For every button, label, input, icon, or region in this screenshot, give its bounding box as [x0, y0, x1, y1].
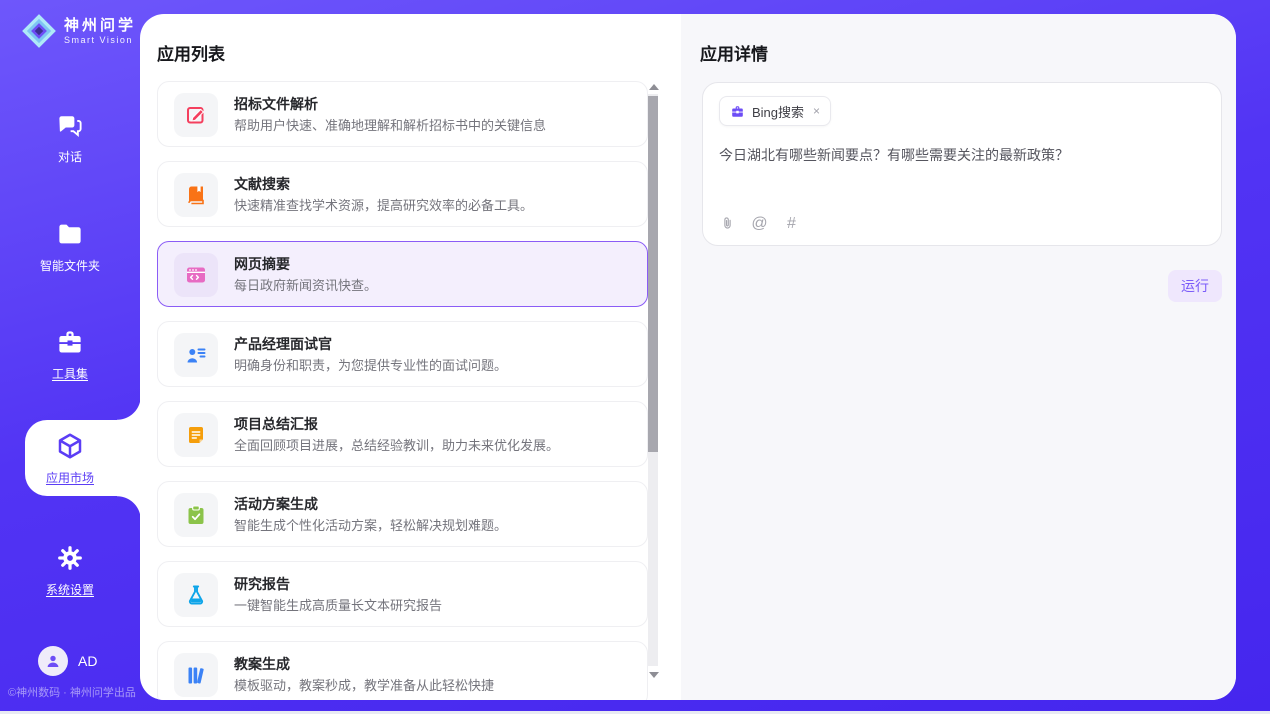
paperclip-icon[interactable] [719, 215, 736, 232]
toolbox-icon [55, 327, 85, 357]
app-card-project-summary[interactable]: 项目总结汇报 全面回顾项目进展，总结经验教训，助力未来优化发展。 [157, 401, 648, 467]
scrollbar-up-arrow[interactable] [649, 84, 659, 90]
app-card-title: 招标文件解析 [234, 94, 318, 114]
app-card-bid-parse[interactable]: 招标文件解析 帮助用户快速、准确地理解和解析招标书中的关键信息 [157, 81, 648, 147]
brand-tagline: Smart Vision [64, 35, 136, 45]
sidebar-item-label: 工具集 [0, 365, 140, 382]
run-button[interactable]: 运行 [1168, 270, 1222, 302]
app-card-desc: 每日政府新闻资讯快查。 [234, 275, 377, 294]
avatar [38, 646, 68, 676]
sidebar-item-settings[interactable]: 系统设置 [0, 543, 140, 598]
sidebar-item-label: 系统设置 [0, 581, 140, 598]
app-card-desc: 智能生成个性化活动方案，轻松解决规划难题。 [234, 515, 507, 534]
books-icon [184, 663, 208, 687]
app-card-list: 招标文件解析 帮助用户快速、准确地理解和解析招标书中的关键信息 文献搜索 快速精… [157, 81, 648, 700]
scrollbar-track[interactable] [648, 94, 658, 666]
app-card-title: 活动方案生成 [234, 494, 318, 514]
app-detail-panel: 应用详情 Bing搜索 × 今日湖北有哪些新闻要点？有哪些需要关注的最新政策？ … [681, 14, 1236, 700]
chip-close-icon[interactable]: × [811, 104, 820, 118]
app-list-panel: 应用列表 招标文件解析 帮助用户快速、准确地理解和解析招标书中的关键信息 文献搜… [140, 14, 681, 700]
document-edit-icon [184, 103, 208, 127]
copyright-text: ©神州数码 · 神州问学出品 [8, 684, 148, 700]
tool-chip-label: Bing搜索 [752, 102, 804, 121]
report-note-icon [184, 423, 208, 447]
folder-icon [55, 219, 85, 249]
query-composer[interactable]: Bing搜索 × 今日湖北有哪些新闻要点？有哪些需要关注的最新政策？ @ # [702, 82, 1222, 246]
user-avatar-icon [44, 652, 62, 670]
composer-toolbar: @ # [719, 215, 800, 232]
app-card-title: 研究报告 [234, 574, 290, 594]
app-detail-title: 应用详情 [700, 40, 768, 65]
sidebar-item-app-market[interactable]: 应用市场 [0, 431, 140, 486]
user-account[interactable]: AD [38, 646, 97, 676]
app-card-web-summary[interactable]: 网页摘要 每日政府新闻资讯快查。 [157, 241, 648, 307]
app-card-literature-search[interactable]: 文献搜索 快速精准查找学术资源，提高研究效率的必备工具。 [157, 161, 648, 227]
sidebar-item-label: 对话 [0, 148, 140, 165]
scrollbar-down-arrow[interactable] [649, 672, 659, 678]
cube-icon [55, 431, 85, 461]
sidebar-item-label: 智能文件夹 [0, 257, 140, 274]
app-list-title: 应用列表 [157, 40, 225, 65]
gear-icon [55, 543, 85, 573]
scrollbar-thumb[interactable] [648, 96, 658, 452]
app-card-desc: 快速精准查找学术资源，提高研究效率的必备工具。 [234, 195, 533, 214]
app-card-title: 产品经理面试官 [234, 334, 332, 354]
sidebar-item-smart-folders[interactable]: 智能文件夹 [0, 219, 140, 274]
app-card-event-plan[interactable]: 活动方案生成 智能生成个性化活动方案，轻松解决规划难题。 [157, 481, 648, 547]
app-card-title: 教案生成 [234, 654, 290, 674]
sidebar-item-label: 应用市场 [0, 469, 140, 486]
app-card-desc: 一键智能生成高质量长文本研究报告 [234, 595, 442, 614]
app-card-pm-interviewer[interactable]: 产品经理面试官 明确身份和职责，为您提供专业性的面试问题。 [157, 321, 648, 387]
app-card-title: 项目总结汇报 [234, 414, 318, 434]
app-card-desc: 模板驱动，教案秒成，教学准备从此轻松快捷 [234, 675, 494, 694]
sidebar-item-toolset[interactable]: 工具集 [0, 327, 140, 382]
mention-icon[interactable]: @ [751, 215, 768, 232]
chat-icon [55, 110, 85, 140]
interviewer-icon [184, 343, 208, 367]
app-card-research-report[interactable]: 研究报告 一键智能生成高质量长文本研究报告 [157, 561, 648, 627]
sidebar: 神州问学 Smart Vision 对话 智能文件夹 工具集 应用市场 系统设置 [0, 0, 140, 711]
main-content: 应用列表 招标文件解析 帮助用户快速、准确地理解和解析招标书中的关键信息 文献搜… [140, 14, 1236, 700]
app-card-desc: 明确身份和职责，为您提供专业性的面试问题。 [234, 355, 507, 374]
brand-logo: 神州问学 Smart Vision [20, 12, 136, 50]
brand-name: 神州问学 [64, 17, 136, 34]
book-icon [184, 183, 208, 207]
app-card-lesson-plan[interactable]: 教案生成 模板驱动，教案秒成，教学准备从此轻松快捷 [157, 641, 648, 700]
user-name: AD [78, 653, 97, 669]
browser-code-icon [184, 263, 208, 287]
app-window: 神州问学 Smart Vision 对话 智能文件夹 工具集 应用市场 系统设置 [0, 0, 1270, 714]
app-card-desc: 帮助用户快速、准确地理解和解析招标书中的关键信息 [234, 115, 546, 134]
app-card-title: 网页摘要 [234, 254, 290, 274]
hash-icon[interactable]: # [783, 215, 800, 232]
research-flask-icon [184, 583, 208, 607]
clipboard-check-icon [184, 503, 208, 527]
app-card-title: 文献搜索 [234, 174, 290, 194]
app-card-desc: 全面回顾项目进展，总结经验教训，助力未来优化发展。 [234, 435, 559, 454]
sidebar-item-chat[interactable]: 对话 [0, 110, 140, 165]
tool-chip-bing-search[interactable]: Bing搜索 × [719, 96, 831, 126]
briefcase-icon [730, 104, 745, 119]
diamond-logo-icon [20, 12, 58, 50]
query-text[interactable]: 今日湖北有哪些新闻要点？有哪些需要关注的最新政策？ [719, 145, 1199, 165]
